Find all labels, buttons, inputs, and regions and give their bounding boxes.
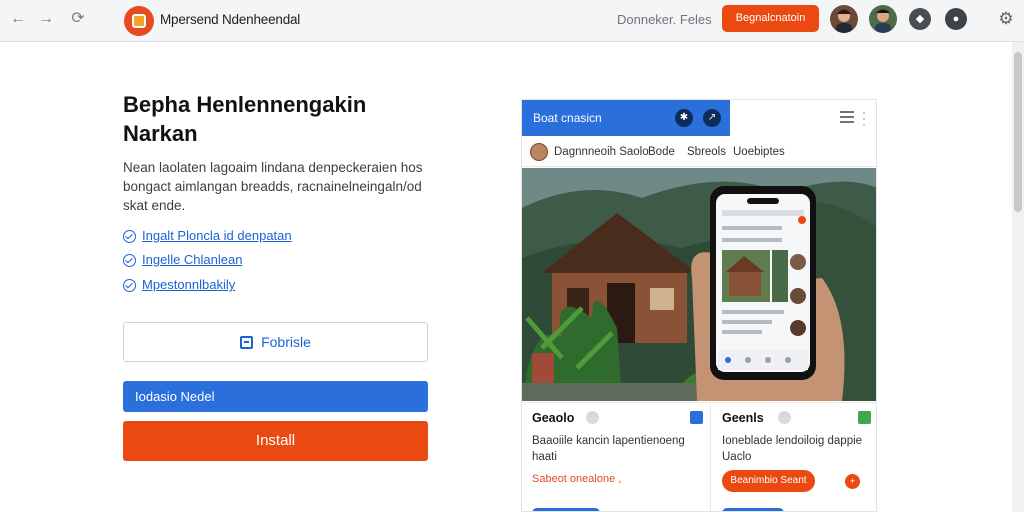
preview-card: Boat cnasicn ✱ ↗ · · · Dagnnneoih Saolo Bo…	[521, 99, 877, 512]
card-subheader: Dagnnneoih Saolo Bode Sbreols Uoebiptes	[522, 137, 876, 167]
subhead-author[interactable]: Dagnnneoih Saolo	[554, 146, 649, 158]
page-headline: Bepha Henlennengakin Narkan	[123, 92, 367, 146]
avatar[interactable]	[830, 5, 858, 33]
bookmark-icon[interactable]	[690, 411, 703, 424]
avatar-secondary[interactable]	[869, 5, 897, 33]
footer-pill[interactable]	[532, 508, 600, 511]
column-text: Baaoiile kancin lapentienoeng haati	[532, 435, 685, 463]
site-logo[interactable]	[124, 6, 154, 36]
check-icon	[123, 278, 136, 292]
card-header-title: Boat cnasicn	[533, 111, 602, 125]
card-header: Boat cnasicn	[522, 100, 730, 136]
reload-icon[interactable]: ⟳	[68, 9, 88, 29]
feature-link[interactable]: Ingalt Ploncla id denpatan	[123, 227, 292, 245]
gear-icon[interactable]: ⚙	[995, 8, 1017, 30]
install-button[interactable]: Install	[123, 421, 428, 461]
badge-icon	[778, 411, 791, 424]
subhead-tab[interactable]: Uoebiptes	[733, 146, 785, 158]
column-action-button[interactable]: Beanimbio Seant	[722, 470, 815, 492]
card-column-left: Geaolo Baaoiile kancin lapentienoeng haa…	[522, 402, 711, 511]
footer-pill[interactable]	[722, 508, 784, 511]
back-icon[interactable]: ←	[8, 9, 28, 29]
subhead-tab[interactable]: Sbreols	[687, 146, 726, 158]
bookmark-icon[interactable]: ✱	[675, 109, 693, 127]
menu-icon[interactable]	[840, 111, 854, 123]
document-icon	[240, 335, 254, 349]
browser-top-bar: ← → ⟳ Mpersend Ndenheendal Donneker. Fel…	[0, 0, 1024, 42]
feature-label[interactable]: Ingelle Chlanlean	[142, 251, 242, 269]
more-icon[interactable]: · · ·	[862, 106, 866, 130]
feature-label[interactable]: Ingalt Ploncla id denpatan	[142, 227, 292, 245]
check-icon	[123, 229, 136, 243]
column-title: Geaolo	[532, 411, 575, 425]
add-icon[interactable]: +	[845, 474, 860, 489]
header-link[interactable]: Donneker. Feles	[617, 12, 712, 27]
column-title: Geenls	[722, 411, 764, 425]
share-icon[interactable]: ↗	[703, 109, 721, 127]
badge-icon	[586, 411, 599, 424]
column-link[interactable]: Sabeot onealone ,	[532, 473, 621, 485]
column-text: Ioneblade lendoiloig dappie Uaclo	[722, 435, 863, 463]
check-icon	[123, 253, 136, 267]
header-cta-button[interactable]: Begnalcnatoin	[722, 5, 819, 32]
site-title[interactable]: Mpersend Ndenheendal	[160, 12, 300, 27]
secondary-button[interactable]: Fobrisle	[123, 322, 428, 362]
forward-icon[interactable]: →	[36, 9, 56, 29]
scrollbar[interactable]	[1012, 42, 1024, 512]
subhead-tab[interactable]: Bode	[648, 146, 675, 158]
hero-photo	[522, 168, 876, 401]
edit-icon[interactable]: ◆	[909, 8, 931, 30]
feature-link[interactable]: Mpestonnlbakily	[123, 276, 235, 294]
secondary-button-label: Fobrisle	[261, 334, 311, 350]
notification-icon[interactable]: ●	[945, 8, 967, 30]
feature-link[interactable]: Ingelle Chlanlean	[123, 251, 242, 269]
page-description: Nean laolaten lagoaim lindana denpeckera…	[123, 160, 423, 213]
flag-icon[interactable]	[858, 411, 871, 424]
avatar	[530, 143, 548, 161]
feature-label[interactable]: Mpestonnlbakily	[142, 276, 235, 294]
card-column-right: Geenls Ioneblade lendoiloig dappie Uaclo…	[712, 402, 876, 511]
primary-blue-button[interactable]: Iodasio Nedel	[123, 381, 428, 412]
scrollbar-thumb[interactable]	[1014, 52, 1022, 212]
